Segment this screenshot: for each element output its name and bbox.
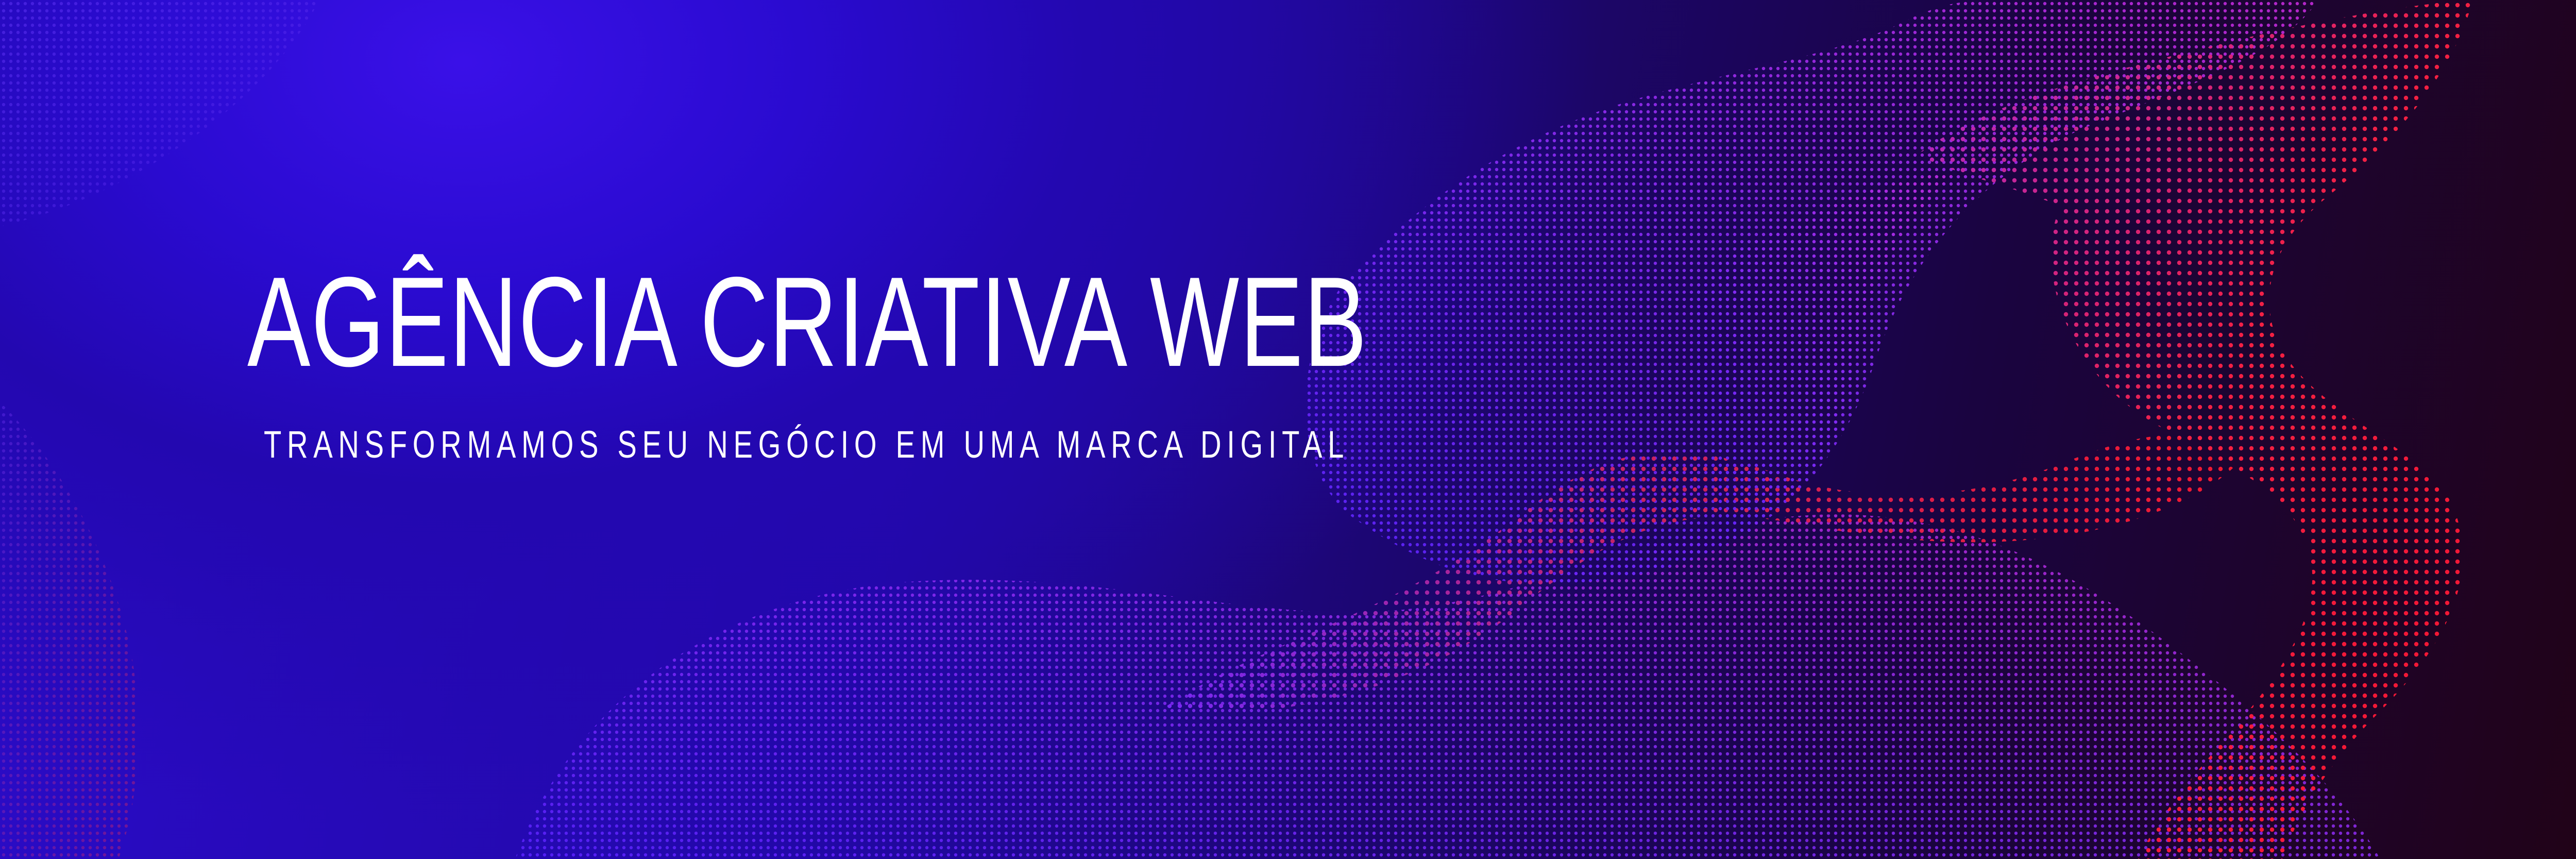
headline: AGÊNCIA CRIATIVA WEB [247, 250, 1368, 393]
hero-banner: AGÊNCIA CRIATIVA WEB TRANSFORMAMOS SEU N… [0, 0, 2576, 859]
tagline: TRANSFORMAMOS SEU NEGÓCIO EM UMA MARCA D… [264, 423, 1350, 466]
